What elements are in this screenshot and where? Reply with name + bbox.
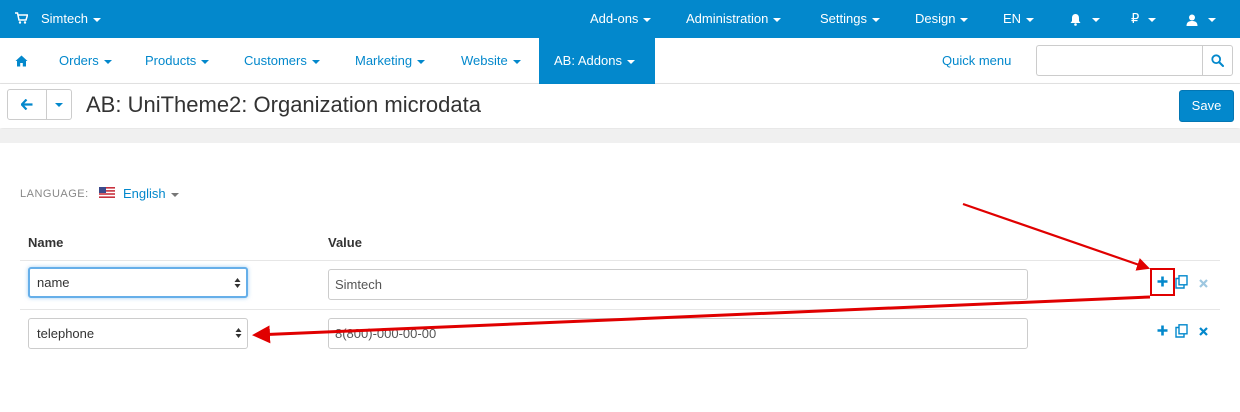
menu-design-label: Design (915, 11, 956, 26)
menu-administration[interactable]: Administration (686, 0, 782, 38)
section-divider (0, 129, 1240, 143)
bell-icon (1070, 14, 1081, 26)
menu-settings[interactable]: Settings (820, 0, 880, 38)
nav-marketing-label: Marketing (355, 53, 413, 68)
menu-addons[interactable]: Add-ons (590, 0, 652, 38)
delete-icon[interactable] (1199, 327, 1208, 336)
chevron-down-icon (311, 59, 320, 64)
chevron-down-icon (92, 17, 101, 22)
row-name-select[interactable]: telephone (28, 318, 248, 349)
back-button[interactable] (7, 89, 47, 120)
menu-settings-label: Settings (820, 11, 867, 26)
nav-customers[interactable]: Customers (244, 38, 320, 84)
nav-ab-addons[interactable]: AB: Addons (539, 38, 655, 84)
nav-orders-label: Orders (59, 53, 99, 68)
store-selector[interactable]: Simtech (41, 0, 101, 38)
chevron-down-icon (960, 17, 969, 22)
language-value: English (123, 186, 166, 201)
column-header-value: Value (328, 235, 362, 250)
arrow-left-icon (21, 99, 33, 110)
clone-icon[interactable] (1175, 324, 1188, 338)
main-nav: Orders Products Customers Marketing Webs… (0, 38, 1240, 84)
menu-design[interactable]: Design (915, 0, 969, 38)
quick-menu-link[interactable]: Quick menu (942, 38, 1011, 84)
chevron-down-icon (626, 59, 635, 64)
language-selector[interactable]: English (123, 186, 179, 201)
row-name-select[interactable]: name (28, 267, 248, 298)
chevron-down-icon (1092, 17, 1100, 22)
row-name-select-value: name (37, 275, 70, 290)
nav-website-label: Website (461, 53, 508, 68)
nav-orders[interactable]: Orders (59, 38, 112, 84)
chevron-down-icon (773, 17, 782, 22)
nav-products[interactable]: Products (145, 38, 210, 84)
language-label: LANGUAGE: (20, 188, 89, 200)
user-icon (1186, 14, 1198, 26)
back-dropdown-button[interactable] (46, 89, 72, 120)
home-icon[interactable] (15, 55, 28, 67)
quick-menu-label: Quick menu (942, 53, 1012, 68)
save-button[interactable]: Save (1179, 90, 1234, 122)
us-flag-icon (99, 187, 115, 198)
menu-addons-label: Add-ons (590, 11, 639, 26)
chevron-down-icon (512, 59, 521, 64)
chevron-down-icon (643, 17, 652, 22)
search-input[interactable] (1036, 45, 1202, 76)
chevron-down-icon (1148, 17, 1157, 22)
row-value-input[interactable]: 8(800)-000-00-00 (328, 318, 1028, 349)
chevron-down-icon (55, 103, 63, 107)
row-value-input[interactable]: Simtech (328, 269, 1028, 300)
user-menu[interactable] (1186, 0, 1216, 38)
plus-icon[interactable] (1157, 276, 1168, 287)
menu-language[interactable]: EN (1003, 0, 1035, 38)
chevron-down-icon (201, 59, 210, 64)
nav-ab-addons-label: AB: Addons (554, 53, 622, 68)
select-arrows-icon (234, 278, 241, 288)
menu-administration-label: Administration (686, 11, 769, 26)
row-divider (20, 309, 1220, 310)
column-header-name: Name (28, 235, 64, 250)
notifications-menu[interactable] (1069, 0, 1100, 38)
clone-icon[interactable] (1175, 275, 1188, 289)
row-name-select-value: telephone (37, 326, 95, 341)
nav-customers-label: Customers (244, 53, 307, 68)
select-arrows-icon (235, 328, 242, 338)
search-button[interactable] (1202, 45, 1233, 76)
page-title: AB: UniTheme2: Organization microdata (86, 92, 481, 117)
chevron-down-icon (1026, 17, 1035, 22)
nav-products-label: Products (145, 53, 197, 68)
chevron-down-icon (103, 59, 112, 64)
header-divider (20, 260, 1220, 261)
menu-language-label: EN (1003, 11, 1022, 26)
plus-icon[interactable] (1157, 325, 1168, 336)
chevron-down-icon (417, 59, 426, 64)
search-icon (1211, 54, 1224, 67)
cart-icon[interactable] (15, 12, 28, 24)
store-name: Simtech (41, 11, 88, 26)
currency-symbol: ₽ (1131, 11, 1140, 26)
chevron-down-icon (170, 192, 179, 197)
currency-menu[interactable]: ₽ (1131, 0, 1157, 38)
delete-icon[interactable] (1199, 279, 1208, 288)
nav-marketing[interactable]: Marketing (355, 38, 426, 84)
nav-website[interactable]: Website (461, 38, 521, 84)
top-bar: Simtech Add-ons Administration Settings … (0, 0, 1240, 38)
title-bar: AB: UniTheme2: Organization microdata Sa… (0, 84, 1240, 128)
chevron-down-icon (1208, 17, 1216, 22)
chevron-down-icon (871, 17, 880, 22)
